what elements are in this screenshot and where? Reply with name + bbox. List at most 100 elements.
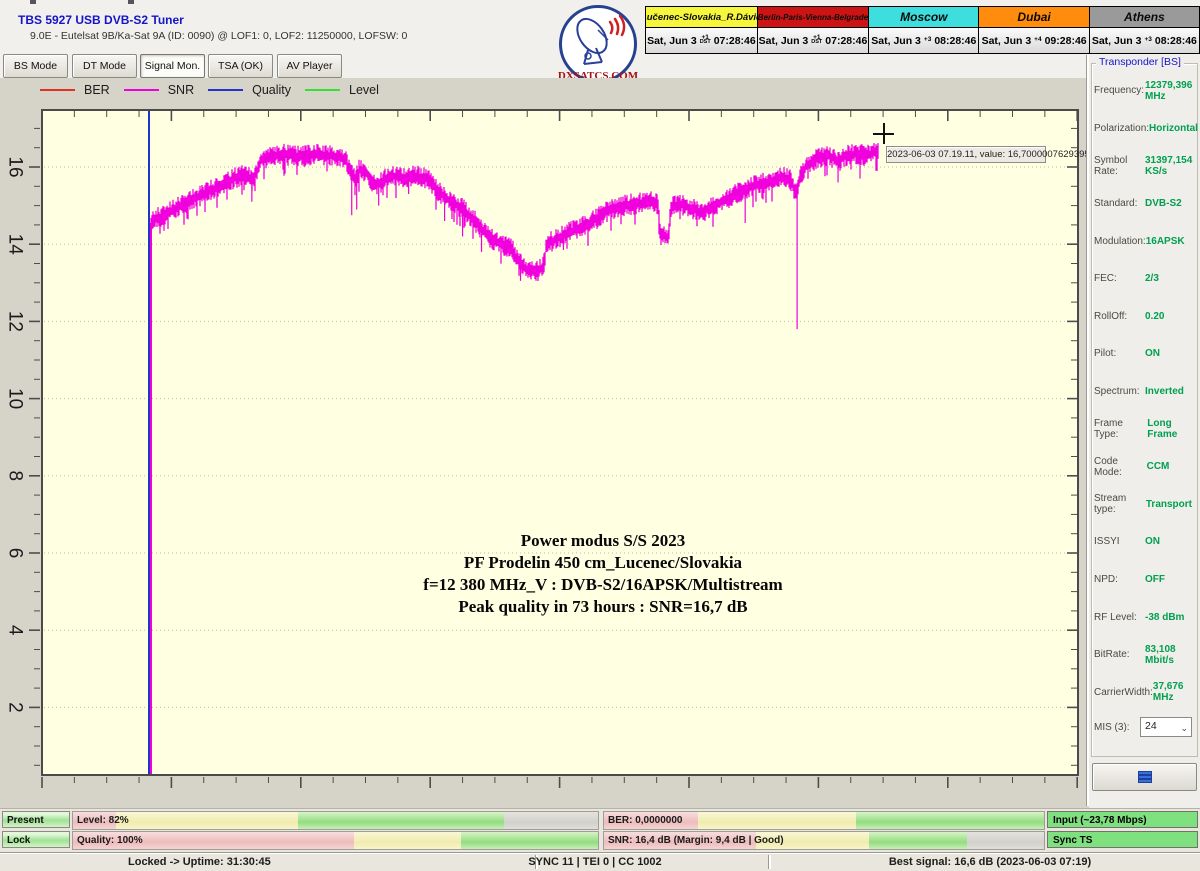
- snr-label: SNR: 16,4 dB (Margin: 9,4 dB | Good): [608, 832, 784, 849]
- chevron-down-icon: ⌄: [1180, 720, 1188, 736]
- signal-monitor-chart: 246810121416 BER SNR Quality Level Power…: [0, 78, 1086, 808]
- quality-label: Quality: 100%: [77, 832, 143, 849]
- transponder-panel: Transponder [BS] Frequency: 12379,396 MH…: [1089, 55, 1200, 808]
- transponder-row-value: 0.20: [1145, 311, 1192, 322]
- transponder-row-value: ON: [1145, 536, 1192, 547]
- transponder-row-label: NPD:: [1094, 574, 1118, 585]
- legend-item: Quality: [208, 83, 291, 97]
- tab-button[interactable]: BS Mode: [3, 54, 68, 78]
- clock-utc-offset: +3: [1144, 37, 1151, 42]
- transponder-row-label: Standard:: [1094, 198, 1137, 209]
- transponder-row: Code Mode: CCM: [1094, 448, 1192, 486]
- svg-text:8: 8: [5, 471, 26, 482]
- transponder-row: NPD: OFF: [1094, 561, 1192, 599]
- transponder-row-label: Frequency:: [1094, 85, 1144, 96]
- transponder-title: Transponder [BS]: [1096, 56, 1184, 68]
- transponder-row-value: 83,108 Mbit/s: [1145, 644, 1192, 666]
- clock-utc-offset: +3: [924, 37, 931, 42]
- world-clocks: Lučenec-Slovakia_R.Dávid Sat, Jun 3 +1 D…: [646, 6, 1200, 54]
- stream-list-button[interactable]: [1092, 763, 1197, 791]
- svg-text:12: 12: [5, 311, 26, 332]
- transponder-row-label: BitRate:: [1094, 649, 1130, 660]
- mis-dropdown[interactable]: 24 ⌄: [1140, 717, 1192, 737]
- legend-label: Level: [349, 83, 379, 97]
- clock-utc-offset: +4: [1034, 37, 1041, 42]
- transponder-row-label: Modulation:: [1094, 236, 1146, 247]
- legend-line-swatch: [208, 89, 243, 91]
- transponder-row-value: CCM: [1147, 461, 1192, 472]
- tab-button[interactable]: Signal Mon.: [140, 54, 205, 78]
- tab-button[interactable]: DT Mode: [72, 54, 137, 78]
- input-bitrate-indicator: Input (~23,78 Mbps): [1047, 811, 1198, 828]
- transponder-row-label: Polarization:: [1094, 123, 1149, 134]
- transponder-row-value: Inverted: [1145, 386, 1192, 397]
- clock-date: Sat, Jun 3: [759, 35, 809, 47]
- svg-text:10: 10: [5, 388, 26, 409]
- transponder-row-label: RollOff:: [1094, 311, 1127, 322]
- transponder-row-value: 12379,396 MHz: [1145, 80, 1192, 102]
- transponder-row-value: ON: [1145, 348, 1192, 359]
- transponder-row: CarrierWidth: 37,676 MHz: [1094, 674, 1192, 712]
- transponder-row-value: Horizontal: [1149, 123, 1196, 134]
- level-progressbar: Level: 82%: [72, 811, 599, 830]
- transponder-row: BitRate: 83,108 Mbit/s: [1094, 636, 1192, 674]
- device-title: TBS 5927 USB DVB-S2 Tuner: [18, 13, 184, 27]
- transponder-row-value: Transport: [1146, 499, 1192, 510]
- transponder-row: ISSYI ON: [1094, 523, 1192, 561]
- svg-text:16: 16: [5, 156, 26, 177]
- clipped-text-fragment: [30, 0, 36, 4]
- legend-line-swatch: [40, 89, 75, 91]
- legend-label: SNR: [168, 83, 194, 97]
- transponder-row: Symbol Rate: 31397,154 KS/s: [1094, 147, 1192, 185]
- clock-time: Sat, Jun 3 +1 DST 07:28:46: [646, 28, 757, 53]
- transponder-row-label: FEC:: [1094, 273, 1117, 284]
- clock-hms: 07:28:46: [825, 35, 867, 47]
- present-indicator: Present: [2, 811, 70, 828]
- annotation-line: Peak quality in 73 hours : SNR=16,7 dB: [423, 596, 782, 618]
- legend-line-swatch: [305, 89, 340, 91]
- mis-row: MIS (3): 24 ⌄: [1094, 715, 1192, 739]
- transponder-row-value: 16APSK: [1146, 236, 1192, 247]
- transponder-row: RF Level: -38 dBm: [1094, 598, 1192, 636]
- transponder-row-label: Stream type:: [1094, 493, 1146, 515]
- clock-city-label: Dubai: [979, 7, 1088, 28]
- snr-plot: 246810121416: [0, 78, 1086, 808]
- transponder-row: Stream type: Transport: [1094, 486, 1192, 524]
- clock-time: Sat, Jun 3 +3 08:28:46: [1090, 28, 1199, 53]
- list-icon: [1138, 771, 1152, 783]
- clock-city-label: Lučenec-Slovakia_R.Dávid: [646, 7, 757, 28]
- tab-button[interactable]: AV Player: [277, 54, 342, 78]
- svg-text:4: 4: [5, 625, 26, 636]
- clock-date: Sat, Jun 3: [1092, 35, 1142, 47]
- legend-item: BER: [40, 83, 110, 97]
- clock-time: Sat, Jun 3 +4 09:28:46: [979, 28, 1088, 53]
- transponder-row: Modulation: 16APSK: [1094, 222, 1192, 260]
- legend-label: Quality: [252, 83, 291, 97]
- clock-city-label: Berlin-Paris-Vienna-Belgrade: [758, 7, 868, 28]
- svg-text:14: 14: [5, 234, 26, 256]
- transponder-row-label: CarrierWidth:: [1094, 687, 1153, 698]
- best-signal-status: Best signal: 16,6 dB (2023-06-03 07:19): [889, 853, 1091, 871]
- clock: Lučenec-Slovakia_R.Dávid Sat, Jun 3 +1 D…: [645, 6, 758, 54]
- transponder-row-value: DVB-S2: [1145, 198, 1192, 209]
- sync-status: SYNC 11 | TEI 0 | CC 1002: [528, 853, 661, 871]
- quality-progressbar: Quality: 100%: [72, 831, 599, 850]
- snr-progressbar: SNR: 16,4 dB (Margin: 9,4 dB | Good): [603, 831, 1045, 850]
- transponder-row-value: Long Frame: [1147, 418, 1192, 440]
- legend-item: SNR: [124, 83, 194, 97]
- clipped-text-fragment: [128, 0, 134, 4]
- value-tooltip: 2023-06-03 07.19.11, value: 16,700000762…: [886, 146, 1046, 163]
- lock-indicator: Lock: [2, 831, 70, 848]
- transponder-rows: Frequency: 12379,396 MHz Polarization: H…: [1094, 72, 1192, 711]
- chart-legend: BER SNR Quality Level: [40, 83, 379, 97]
- transponder-row: Pilot: ON: [1094, 335, 1192, 373]
- svg-text:6: 6: [5, 548, 26, 559]
- legend-line-swatch: [124, 89, 159, 91]
- clock: Athens Sat, Jun 3 +3 08:28:46: [1089, 6, 1200, 54]
- clock: Berlin-Paris-Vienna-Belgrade Sat, Jun 3 …: [757, 6, 869, 54]
- tab-button[interactable]: TSA (OK): [208, 54, 273, 78]
- transponder-row: FEC: 2/3: [1094, 260, 1192, 298]
- transponder-row-label: RF Level:: [1094, 612, 1137, 623]
- sync-ts-indicator: Sync TS: [1047, 831, 1198, 848]
- transponder-row: RollOff: 0.20: [1094, 298, 1192, 336]
